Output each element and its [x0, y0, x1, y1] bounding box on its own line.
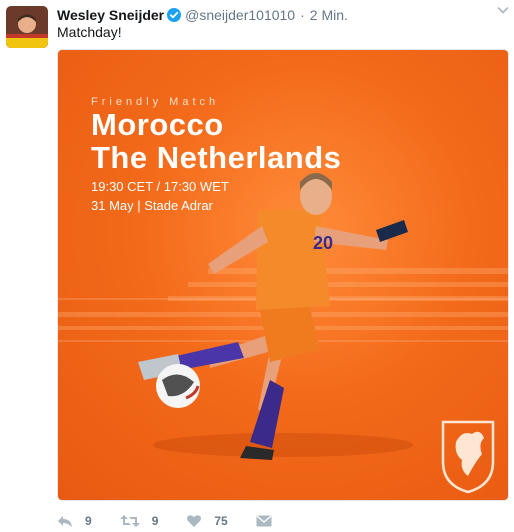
shirt-number: 20: [313, 233, 333, 253]
retweet-button[interactable]: 9: [119, 514, 159, 528]
author-handle[interactable]: @sneijder101010: [185, 7, 295, 23]
retweet-icon: [119, 515, 140, 527]
tweet-media-image[interactable]: Friendly Match Morocco The Netherlands 1…: [57, 49, 509, 501]
verified-badge-icon: [167, 8, 182, 22]
tweet-timestamp[interactable]: 2 Min.: [310, 7, 348, 23]
media-away-team: The Netherlands: [91, 140, 342, 175]
chevron-down-icon[interactable]: [496, 3, 510, 17]
heart-icon: [187, 515, 202, 527]
reply-count: 9: [85, 514, 92, 528]
media-home-team: Morocco: [91, 107, 224, 142]
retweet-count: 9: [151, 514, 159, 528]
reply-icon: [58, 516, 72, 527]
like-button[interactable]: 75: [186, 514, 228, 528]
knvb-lion-crest-icon: [441, 420, 495, 494]
author-name[interactable]: Wesley Sneijder: [57, 7, 164, 23]
media-date-venue: 31 May | Stade Adrar: [91, 198, 213, 213]
tweet-header: Wesley Sneijder @sneijder101010 · 2 Min.: [57, 5, 504, 25]
svg-text:20: 20: [313, 233, 333, 253]
direct-message-button[interactable]: [256, 514, 272, 528]
tweet-actions: 9 9 75: [57, 511, 300, 531]
avatar[interactable]: [6, 6, 48, 48]
separator-dot: ·: [300, 7, 305, 23]
media-kickoff-time: 19:30 CET / 17:30 WET: [91, 179, 229, 194]
like-count: 75: [214, 514, 228, 528]
reply-button[interactable]: 9: [57, 514, 92, 528]
direct-message-icon: [256, 515, 272, 527]
tweet-text: Matchday!: [57, 24, 122, 40]
